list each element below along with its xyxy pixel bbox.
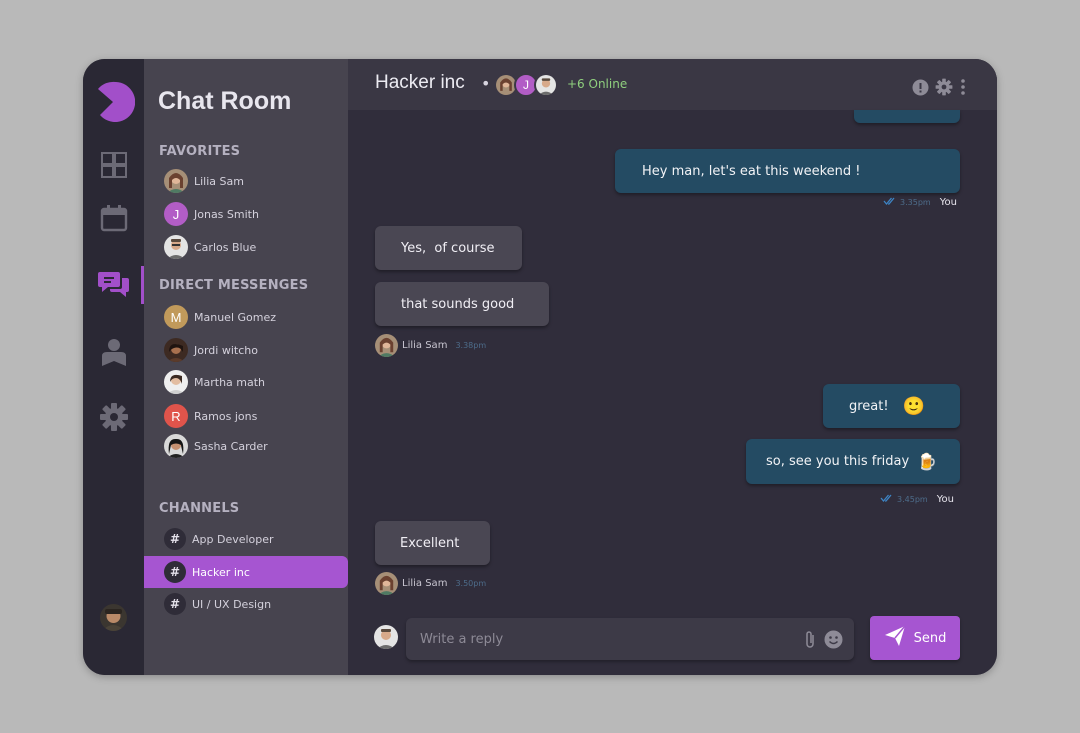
avatar (375, 334, 398, 357)
channels-heading: CHANNELS (159, 501, 240, 516)
chat-header: Hacker inc • J +6 Online (348, 59, 997, 110)
message-bubble: that sounds good (375, 282, 549, 326)
dm-label: Martha math (194, 375, 266, 389)
reply-input[interactable] (420, 629, 780, 649)
favorite-item-lilia-sam[interactable]: Lilia Sam (164, 168, 244, 194)
composer-avatar (374, 625, 398, 649)
reply-box (406, 618, 854, 660)
favorite-label: Carlos Blue (194, 240, 257, 254)
gear-icon[interactable] (935, 78, 953, 100)
channel-item-hacker-inc[interactable]: # Hacker inc (164, 559, 250, 585)
paperclip-icon[interactable] (804, 630, 816, 654)
message-bubble: Yes, of course (375, 226, 522, 270)
puzzle-icon[interactable] (83, 147, 144, 183)
message-sender: You (939, 197, 957, 208)
message-text: Yes, of course (401, 240, 495, 256)
message-sender: Lilia Sam (402, 340, 448, 351)
avatar (164, 338, 188, 362)
header-separator: • (481, 74, 491, 93)
channel-title: Hacker inc (375, 72, 465, 93)
calendar-icon[interactable] (83, 200, 144, 236)
favorite-label: Jonas Smith (194, 207, 259, 221)
message-time: 3.38pm (455, 341, 487, 350)
message-time: 3.35pm (900, 198, 931, 207)
avatar: M (164, 305, 188, 329)
send-icon (884, 625, 906, 651)
alert-icon[interactable] (912, 79, 929, 100)
member-avatars[interactable]: J (494, 73, 558, 97)
settings-icon[interactable] (83, 399, 144, 435)
channel-item-ui-ux-design[interactable]: # UI / UX Design (164, 591, 271, 617)
message-text: great! (849, 398, 889, 414)
dm-item-martha-math[interactable]: Martha math (164, 369, 265, 395)
message-bubble: Hey man, let's eat this weekend ! (615, 149, 960, 193)
message-sender: You (936, 494, 954, 505)
user-avatar[interactable] (100, 604, 127, 631)
emoji-icon[interactable] (824, 630, 843, 653)
check-icon (880, 494, 893, 505)
hash-icon: # (164, 528, 186, 550)
channel-label: Hacker inc (192, 565, 250, 579)
avatar (164, 235, 188, 259)
message-time: 3.45pm (897, 495, 928, 504)
message-bubble: so, see you this friday 🍺 (746, 439, 960, 484)
send-label: Send (913, 630, 947, 646)
hash-icon: # (164, 593, 186, 615)
avatar: J (164, 202, 188, 226)
sidebar: Chat Room FAVORITES Lilia Sam J Jonas Sm… (144, 59, 348, 675)
message-text: Excellent (400, 535, 460, 551)
header-actions (912, 78, 967, 100)
beer-emoji-icon: 🍺 (917, 452, 938, 471)
message-meta: Lilia Sam 3.50pm (375, 572, 486, 595)
logo-icon[interactable] (97, 81, 136, 123)
dm-label: Sasha Carder (194, 439, 268, 453)
channel-label: App Developer (192, 532, 274, 546)
message-bubble: Excellent (375, 521, 490, 565)
channel-item-app-developer[interactable]: # App Developer (164, 526, 274, 552)
send-button[interactable]: Send (870, 616, 960, 660)
avatar (164, 370, 188, 394)
message-meta: 3.35pm You (883, 197, 957, 208)
direct-messages-heading: DIRECT MESSENGES (159, 278, 309, 293)
dm-label: Manuel Gomez (194, 310, 277, 324)
chat-app-window: Chat Room FAVORITES Lilia Sam J Jonas Sm… (83, 59, 997, 675)
dm-item-manuel-gomez[interactable]: M Manuel Gomez (164, 304, 276, 330)
more-icon[interactable] (959, 78, 967, 100)
chat-icon[interactable] (83, 266, 144, 304)
message-text: Hey man, let's eat this weekend ! (642, 163, 861, 179)
favorites-heading: FAVORITES (159, 144, 241, 159)
chat-panel: Hacker inc • J +6 Online Hey man, let's … (348, 59, 997, 675)
smile-emoji-icon: 🙂 (902, 395, 926, 417)
contacts-icon[interactable] (83, 334, 144, 370)
avatar (164, 169, 188, 193)
favorite-item-jonas-smith[interactable]: J Jonas Smith (164, 201, 259, 227)
favorite-item-carlos-blue[interactable]: Carlos Blue (164, 234, 256, 260)
page-title: Chat Room (158, 87, 292, 115)
dm-item-jordi-witcho[interactable]: Jordi witcho (164, 337, 258, 363)
favorite-label: Lilia Sam (194, 174, 244, 188)
dm-label: Jordi witcho (194, 343, 258, 357)
message-meta: Lilia Sam 3.38pm (375, 334, 486, 357)
avatar (164, 434, 188, 458)
avatar: R (164, 404, 188, 428)
message-meta: 3.45pm You (880, 494, 954, 505)
online-count: +6 Online (567, 77, 628, 91)
message-sender: Lilia Sam (402, 578, 448, 589)
hash-icon: # (164, 561, 186, 583)
channel-label: UI / UX Design (192, 597, 272, 611)
message-text: so, see you this friday (766, 454, 910, 469)
message-bubble-clipped (854, 110, 960, 123)
avatar (534, 73, 558, 97)
dm-item-ramos-jons[interactable]: R Ramos jons (164, 403, 257, 429)
avatar (375, 572, 398, 595)
message-text: that sounds good (401, 296, 515, 312)
dm-item-sasha-carder[interactable]: Sasha Carder (164, 433, 268, 459)
icon-rail (83, 59, 144, 675)
check-icon (883, 197, 896, 208)
dm-label: Ramos jons (194, 409, 258, 423)
message-bubble: great! 🙂 (823, 384, 960, 428)
message-time: 3.50pm (455, 579, 487, 588)
